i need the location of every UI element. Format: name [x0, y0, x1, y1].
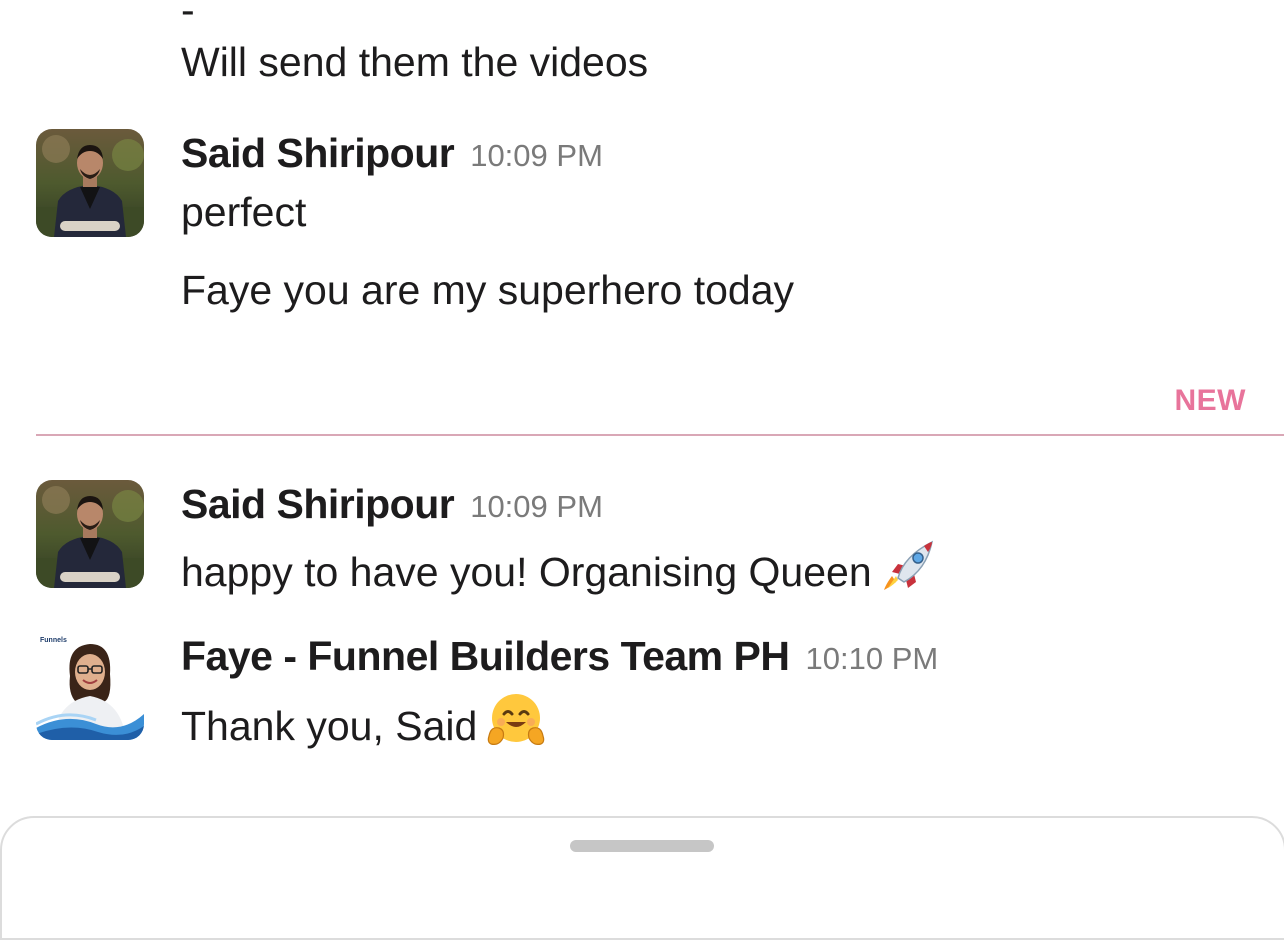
author-name[interactable]: Said Shiripour [181, 481, 455, 527]
message-text: Faye you are my superhero today [181, 267, 795, 313]
message-text: Thank you, Said [181, 692, 545, 756]
hugging-face-emoji [487, 692, 545, 756]
author-name[interactable]: Said Shiripour [181, 130, 455, 176]
message-author[interactable]: Said Shiripour 10:09 PM [181, 480, 603, 531]
rocket-emoji [882, 538, 938, 602]
message-author[interactable]: Said Shiripour 10:09 PM [181, 129, 603, 180]
message-dash: - [181, 0, 195, 33]
avatar-said[interactable] [36, 129, 144, 237]
message-timestamp[interactable]: 10:10 PM [806, 641, 939, 676]
avatar-said-photo [36, 129, 144, 237]
message-author[interactable]: Faye - Funnel Builders Team PH 10:10 PM [181, 632, 938, 683]
message-text-content: happy to have you! Organising Queen [181, 549, 872, 595]
avatar-badge-text: Funnels [40, 637, 67, 644]
new-messages-label: NEW [1174, 384, 1246, 417]
message-text: happy to have you! Organising Queen [181, 538, 938, 602]
message-text: Will send them the videos [181, 39, 649, 85]
drag-handle[interactable] [570, 840, 714, 852]
message-timestamp[interactable]: 10:09 PM [470, 138, 603, 173]
new-messages-divider [36, 434, 1284, 436]
message-text: perfect [181, 189, 307, 235]
author-name[interactable]: Faye - Funnel Builders Team PH [181, 633, 790, 679]
avatar-faye-photo: Funnels [36, 632, 144, 740]
message-text-content: Thank you, Said [181, 703, 478, 749]
message-timestamp[interactable]: 10:09 PM [470, 489, 603, 524]
avatar-said[interactable] [36, 480, 144, 588]
avatar-faye[interactable]: Funnels [36, 632, 144, 740]
avatar-said-photo [36, 480, 144, 588]
composer-sheet[interactable] [0, 816, 1284, 940]
